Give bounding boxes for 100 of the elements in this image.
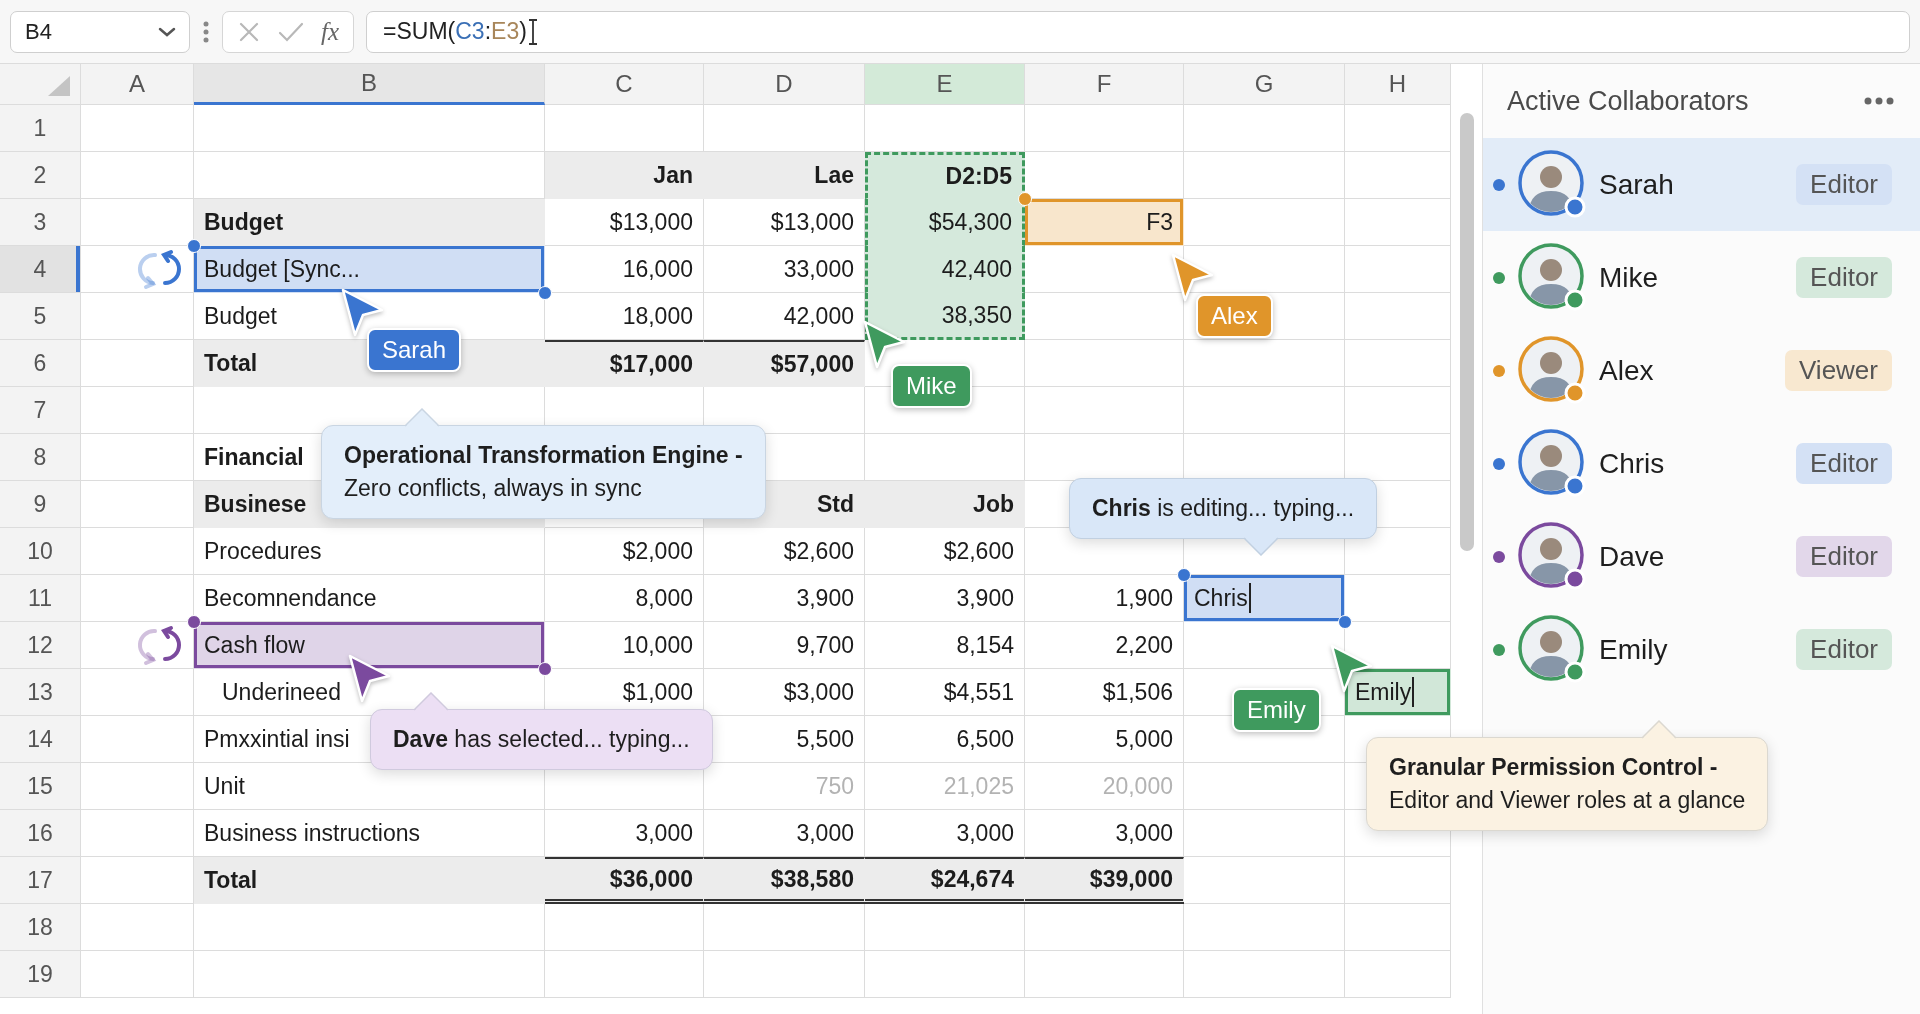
row-header[interactable]: 6 (0, 340, 81, 387)
table-cell: $2,000 (622, 537, 693, 565)
row-header[interactable]: 12 (0, 622, 81, 669)
table-cell: $2,600 (943, 537, 1014, 565)
column-header[interactable]: E (865, 64, 1025, 105)
table-cell: $13,000 (609, 208, 693, 236)
table-cell: $13,000 (770, 208, 854, 236)
cell-selection[interactable]: F3 (1025, 199, 1184, 246)
collaborator-row[interactable]: Sarah Editor (1483, 138, 1920, 231)
table-cell: 33,000 (783, 255, 854, 283)
column-header[interactable]: H (1345, 64, 1451, 105)
row-header[interactable]: 1 (0, 105, 81, 152)
table-cell: 2,200 (1115, 631, 1173, 659)
more-icon[interactable] (1864, 97, 1894, 105)
cell-selection[interactable]: 42,400 (865, 246, 1025, 293)
column-header[interactable]: C (545, 64, 704, 105)
selection-handle[interactable] (187, 615, 201, 629)
table-cell: 8,000 (635, 584, 693, 612)
row-header[interactable]: 11 (0, 575, 81, 622)
role-badge: Editor (1796, 164, 1892, 205)
cell-selection[interactable]: Budget [Sync... (194, 246, 545, 293)
table-cell: Pmxxintial insi (204, 725, 350, 753)
table-cell: 8,154 (956, 631, 1014, 659)
row-header[interactable]: 4 (0, 246, 81, 293)
row-header[interactable]: 17 (0, 857, 81, 904)
table-cell: Business instructions (204, 819, 421, 847)
name-tag: Sarah (367, 328, 462, 372)
formula-field[interactable]: =SUM(C3:E3) (366, 10, 1910, 53)
row-header[interactable]: 8 (0, 434, 81, 481)
tooltip-title: Operational Transformation Engine - (344, 442, 743, 469)
row-header[interactable]: 3 (0, 199, 81, 246)
column-header[interactable]: D (704, 64, 865, 105)
collaborator-name: Sarah (1599, 168, 1675, 201)
cell-text: Emily (1355, 678, 1412, 706)
panel-title: Active Collaborators (1507, 85, 1749, 117)
collaborator-row[interactable]: Mike Editor (1483, 231, 1920, 324)
row-header[interactable]: 15 (0, 763, 81, 810)
table-cell: 5,500 (796, 725, 854, 753)
table-cell: 1,900 (1115, 584, 1173, 612)
cell-selection[interactable]: D2:D5 (865, 152, 1025, 199)
table-cell: Job (865, 481, 1025, 528)
collaborator-row[interactable]: Chris Editor (1483, 417, 1920, 510)
selection-handle[interactable] (538, 286, 552, 300)
collaborator-name: Dave (1599, 540, 1666, 573)
row-header[interactable]: 18 (0, 904, 81, 951)
table-cell: 9,700 (796, 631, 854, 659)
collaborator-row[interactable]: Emily Editor (1483, 603, 1920, 696)
table-cell: $57,000 (704, 340, 865, 387)
row-header[interactable]: 13 (0, 669, 81, 716)
name-box[interactable]: B4 (10, 10, 190, 53)
row-header[interactable]: 16 (0, 810, 81, 857)
table-cell: 10,000 (622, 631, 693, 659)
chevron-icon[interactable] (157, 25, 177, 38)
column-header[interactable]: B (194, 64, 545, 105)
row-header[interactable]: 7 (0, 387, 81, 434)
selection-handle[interactable] (538, 662, 552, 676)
text-cursor-icon (526, 17, 539, 46)
column-header[interactable]: F (1025, 64, 1184, 105)
name-tag: Mike (891, 364, 972, 408)
table-cell: $38,580 (704, 857, 865, 904)
cell-selection[interactable]: Cash flow (194, 622, 545, 669)
row-header[interactable]: 14 (0, 716, 81, 763)
cell-text: 42,400 (941, 255, 1012, 283)
row-header[interactable]: 19 (0, 951, 81, 998)
scrollbar[interactable] (1459, 113, 1474, 551)
role-badge: Editor (1796, 629, 1892, 670)
collaborator-name: Chris (1599, 447, 1666, 480)
more-icon[interactable] (202, 19, 210, 44)
collaborator-row[interactable]: Alex Viewer (1483, 324, 1920, 417)
cell-text: Cash flow (204, 631, 305, 659)
cell-selection[interactable]: Emily (1345, 669, 1451, 716)
table-cell: $2,600 (783, 537, 854, 565)
selection-handle[interactable] (187, 239, 201, 253)
cell-text: 38,350 (941, 301, 1012, 329)
tooltip-text: Chris is editing... typing... (1092, 495, 1355, 522)
table-cell: $3,000 (783, 678, 854, 706)
cell-selection[interactable]: Chris (1184, 575, 1345, 622)
role-badge: Editor (1796, 536, 1892, 577)
function-button[interactable]: fx (321, 17, 340, 46)
name-tag: Emily (1232, 688, 1321, 732)
tooltip-title: Granular Permission Control - (1389, 754, 1719, 781)
cell-text: D2:D5 (945, 163, 1012, 190)
table-cell: Budget (204, 302, 277, 330)
collaborator-row[interactable]: Dave Editor (1483, 510, 1920, 603)
row-header[interactable]: 2 (0, 152, 81, 199)
row-header[interactable]: 10 (0, 528, 81, 575)
column-header[interactable]: A (81, 64, 194, 105)
name-tag: Alex (1196, 294, 1273, 338)
selection-handle[interactable] (1177, 568, 1191, 582)
row-header[interactable]: 5 (0, 293, 81, 340)
selection-handle[interactable] (1338, 615, 1352, 629)
row-header[interactable]: 9 (0, 481, 81, 528)
table-cell: 3,900 (956, 584, 1014, 612)
table-cell: $39,000 (1025, 857, 1184, 904)
table-cell: Unit (204, 772, 245, 800)
table-cell: 3,000 (635, 819, 693, 847)
table-cell: Lae (704, 152, 865, 199)
column-header[interactable]: G (1184, 64, 1345, 105)
table-cell: 20,000 (1102, 772, 1173, 800)
cell-selection[interactable]: $54,300 (865, 199, 1025, 246)
